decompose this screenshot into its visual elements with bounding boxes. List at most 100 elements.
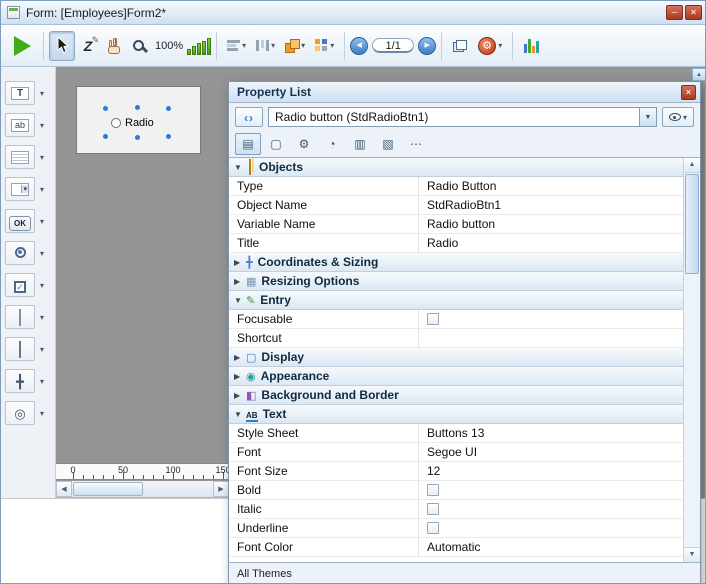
selection-handle[interactable] [166,134,171,139]
text-tool-dropdown[interactable]: ▾ [37,89,47,98]
tab-styles[interactable]: ▥ [347,133,373,155]
tab-settings[interactable]: ⚙ [291,133,317,155]
section-text[interactable]: ▼ABText [229,405,683,424]
tab-display[interactable]: ▧ [375,133,401,155]
input-tool[interactable]: ab [5,113,35,137]
horizontal-scrollbar[interactable]: ◀ ▶ [56,481,229,498]
disclosure-triangle-icon[interactable]: ▼ [234,296,246,305]
view-options-button[interactable]: ▾ [662,107,694,127]
splitter-tool[interactable]: ╋ [5,369,35,393]
display-pages-button[interactable] [447,31,473,61]
property-list-titlebar[interactable]: Property List ✕ [229,82,700,103]
close-button[interactable]: ✕ [685,5,702,20]
disclosure-triangle-icon[interactable]: ▶ [234,372,246,381]
underline-checkbox[interactable] [427,522,439,534]
section-display[interactable]: ▶▢Display [229,348,683,367]
variable-name-value[interactable]: Radio button [427,217,495,231]
combo-box-tool-dropdown[interactable]: ▾ [37,185,47,194]
scroll-down-button[interactable]: ▼ [684,547,700,562]
rectangle-tool-dropdown[interactable]: ▾ [37,345,47,354]
disclosure-triangle-icon[interactable]: ▶ [234,277,246,286]
scroll-thumb[interactable] [73,482,143,496]
disclosure-triangle-icon[interactable]: ▶ [234,353,246,362]
type-value[interactable]: Radio Button [427,179,496,193]
radio-button-tool[interactable] [5,241,35,265]
tab-form[interactable]: ▢ [263,133,289,155]
section-objects[interactable]: ▼Objects [229,158,683,177]
object-navigator-button[interactable]: ‹› [235,107,263,127]
form-settings-button[interactable]: ⚙▾ [473,31,507,61]
align-menu-button[interactable]: ▾ [222,31,251,61]
disclosure-triangle-icon[interactable]: ▼ [234,410,246,419]
radio-button-object[interactable]: Radio [108,111,166,134]
minimize-button[interactable]: ─ [666,5,683,20]
tab-control-tool[interactable]: ◎ [5,401,35,425]
scroll-thumb[interactable] [685,174,699,274]
form-page[interactable]: Radio [76,86,201,154]
themes-footer[interactable]: All Themes [229,562,700,584]
section-background-and-border[interactable]: ▶◧Background and Border [229,386,683,405]
section-appearance[interactable]: ▶◉Appearance [229,367,683,386]
level-menu-button[interactable]: ▾ [280,31,310,61]
section-resizing-options[interactable]: ▶▦Resizing Options [229,272,683,291]
property-list-scrollbar[interactable]: ▲ ▼ [683,158,700,562]
italic-checkbox[interactable] [427,503,439,515]
font-color-value[interactable]: Automatic [427,540,480,554]
button-grid-tool-dropdown[interactable]: ▾ [37,313,47,322]
focusable-checkbox[interactable] [427,313,439,325]
tab-events[interactable]: ◔ [319,133,345,155]
pointer-tool-button[interactable] [49,31,75,61]
input-tool-dropdown[interactable]: ▾ [37,121,47,130]
splitter-tool-dropdown[interactable]: ▾ [37,377,47,386]
combo-box-tool[interactable] [5,177,35,201]
object-library-button[interactable] [518,31,544,61]
title-value[interactable]: Radio [427,236,458,250]
selection-handle[interactable] [135,135,140,140]
section-coordinates-sizing[interactable]: ▶╋Coordinates & Sizing [229,253,683,272]
selection-handle[interactable] [166,106,171,111]
disclosure-triangle-icon[interactable]: ▶ [234,258,246,267]
tab-more[interactable]: ⋯ [403,133,429,155]
grid-menu-button[interactable]: ▾ [310,31,339,61]
checkbox-tool-dropdown[interactable]: ▾ [37,281,47,290]
scroll-left-button[interactable]: ◀ [56,481,72,497]
scroll-up-button[interactable]: ▲ [692,68,706,81]
button-grid-tool[interactable] [5,305,35,329]
button-tool-dropdown[interactable]: ▾ [37,217,47,226]
previous-page-button[interactable]: ◀ [350,37,368,55]
checkbox-tool[interactable]: ✓ [5,273,35,297]
tab-control-tool-dropdown[interactable]: ▾ [37,409,47,418]
font-size-value[interactable]: 12 [427,464,440,478]
object-selector-dropdown[interactable]: Radio button (StdRadioBtn1) ▼ [268,107,657,127]
page-indicator[interactable]: 1/1 [372,38,414,53]
distribute-menu-button[interactable]: ▾ [251,31,280,61]
button-tool[interactable]: OK [5,209,35,233]
zoom-tool-button[interactable] [127,31,153,61]
selection-handle[interactable] [135,105,140,110]
list-box-tool-dropdown[interactable]: ▾ [37,153,47,162]
section-entry[interactable]: ▼✎Entry [229,291,683,310]
tab-property-list[interactable]: ▤ [235,133,261,155]
selection-handle[interactable] [103,106,108,111]
execute-form-button[interactable] [7,31,38,61]
bold-checkbox[interactable] [427,484,439,496]
button-grid-icon [19,310,21,325]
hand-tool-button[interactable] [101,31,127,61]
object-name-value[interactable]: StdRadioBtn1 [427,198,501,212]
window-titlebar[interactable]: Form: [Employees]Form2* ─ ✕ [1,1,705,25]
selection-handle[interactable] [103,134,108,139]
disclosure-triangle-icon[interactable]: ▶ [234,391,246,400]
next-page-button[interactable]: ▶ [418,37,436,55]
list-box-tool[interactable] [5,145,35,169]
property-list-close-button[interactable]: ✕ [681,85,696,100]
scroll-up-button[interactable]: ▲ [684,158,700,173]
scroll-right-button[interactable]: ▶ [213,481,229,497]
draw-tool-button[interactable]: Z✎ [75,31,101,61]
font-value[interactable]: Segoe UI [427,445,477,459]
style-sheet-value[interactable]: Buttons 13 [427,426,484,440]
radio-button-tool-dropdown[interactable]: ▾ [37,249,47,258]
zoom-bars-control[interactable] [187,37,211,55]
text-tool[interactable]: T [5,81,35,105]
disclosure-triangle-icon[interactable]: ▼ [234,163,246,172]
rectangle-tool[interactable] [5,337,35,361]
